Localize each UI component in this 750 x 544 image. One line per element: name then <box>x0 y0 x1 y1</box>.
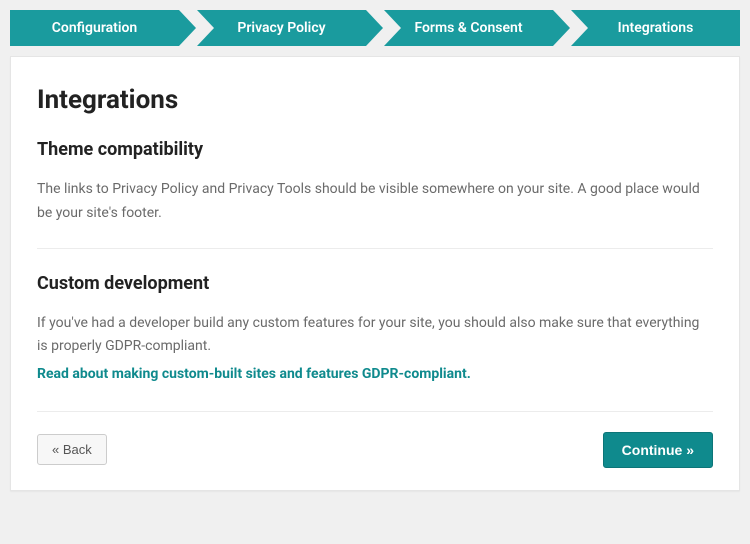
continue-button[interactable]: Continue » <box>603 432 713 468</box>
section-theme-title: Theme compatibility <box>37 139 713 160</box>
divider <box>37 248 713 249</box>
section-custom-body: If you've had a developer build any cust… <box>37 312 713 360</box>
step-configuration[interactable]: Configuration <box>10 10 179 46</box>
footer-row: « Back Continue » <box>37 411 713 468</box>
step-label: Configuration <box>52 20 137 36</box>
step-forms-consent[interactable]: Forms & Consent <box>384 10 553 46</box>
section-custom-title: Custom development <box>37 273 713 294</box>
page-title: Integrations <box>37 85 713 115</box>
step-privacy-policy[interactable]: Privacy Policy <box>197 10 366 46</box>
section-theme-body: The links to Privacy Policy and Privacy … <box>37 178 713 226</box>
wizard-steps: Configuration Privacy Policy Forms & Con… <box>10 10 740 46</box>
back-button[interactable]: « Back <box>37 434 107 465</box>
content-panel: Integrations Theme compatibility The lin… <box>10 56 740 491</box>
gdpr-custom-link[interactable]: Read about making custom-built sites and… <box>37 363 471 387</box>
step-integrations[interactable]: Integrations <box>571 10 740 46</box>
step-label: Privacy Policy <box>237 20 325 36</box>
step-label: Integrations <box>618 20 694 36</box>
step-label: Forms & Consent <box>414 20 522 36</box>
